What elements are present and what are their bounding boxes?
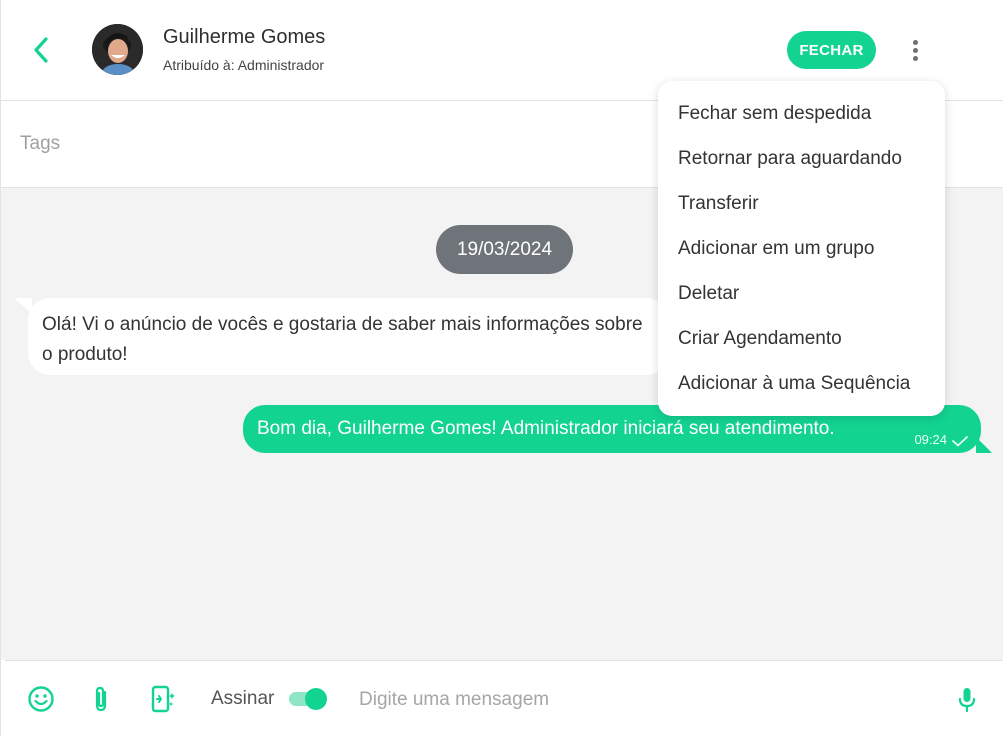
message-time: 09:24 [914,432,947,447]
attachment-icon[interactable] [86,684,116,714]
tags-input[interactable] [20,133,620,155]
more-options-icon[interactable] [903,34,927,66]
avatar [92,24,143,75]
assigned-agent: Atribuído à: Administrador [163,57,325,73]
options-menu: Fechar sem despedida Retornar para aguar… [658,81,945,416]
chat-window: Guilherme Gomes Atribuído à: Administrad… [0,0,1003,736]
incoming-message: Olá! Vi o anúncio de vocês e gostaria de… [28,298,668,375]
menu-item-close-without-farewell[interactable]: Fechar sem despedida [658,91,945,136]
emoji-icon[interactable] [26,684,56,714]
close-chat-button[interactable]: FECHAR [787,31,876,69]
quick-reply-icon[interactable] [147,684,177,714]
microphone-icon[interactable] [952,684,982,714]
contact-name: Guilherme Gomes [163,26,326,48]
sent-check-icon [952,436,968,447]
menu-item-transfer[interactable]: Transferir [658,181,945,226]
date-divider: 19/03/2024 [436,225,573,274]
sign-toggle[interactable] [289,688,327,710]
toggle-knob [305,688,327,710]
message-input[interactable] [359,685,919,715]
sign-label: Assinar [211,688,275,709]
outgoing-message-text: Bom dia, Guilherme Gomes! Administrador … [257,418,835,439]
menu-item-add-to-group[interactable]: Adicionar em um grupo [658,226,945,271]
message-composer: Assinar [5,660,1003,736]
menu-item-delete[interactable]: Deletar [658,271,945,316]
menu-item-add-to-sequence[interactable]: Adicionar à uma Sequência [658,361,945,406]
back-icon[interactable] [27,34,55,66]
menu-item-return-to-waiting[interactable]: Retornar para aguardando [658,136,945,181]
menu-item-create-schedule[interactable]: Criar Agendamento [658,316,945,361]
outgoing-bubble-tail [976,437,992,453]
